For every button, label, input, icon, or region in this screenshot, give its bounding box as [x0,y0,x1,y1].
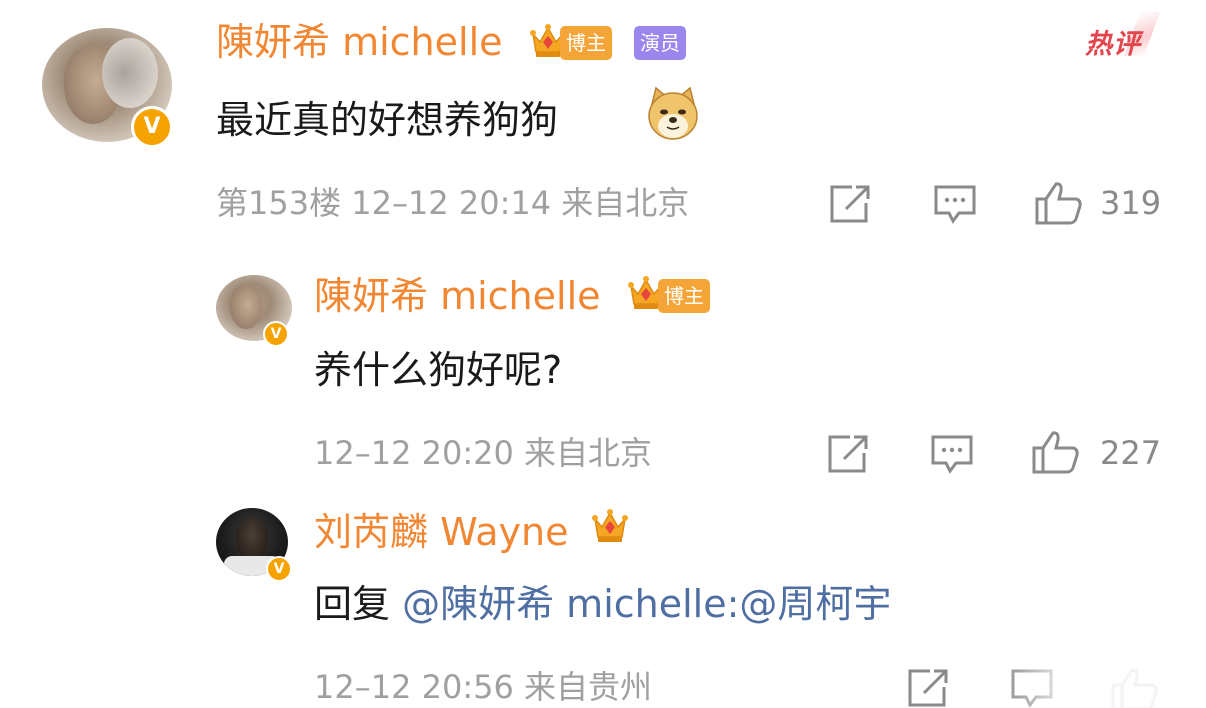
like-icon[interactable] [1031,430,1081,474]
actor-tag: 演员 [634,26,686,60]
comment-username[interactable]: 陳妍希 michelle [216,18,503,66]
share-icon[interactable] [906,667,950,708]
dog-emoji [648,86,698,140]
reply-username[interactable]: 刘芮麟 Wayne [314,508,568,556]
share-icon[interactable] [828,183,872,225]
mention-link[interactable]: @陳妍希 michelle:@周柯宇 [402,582,891,626]
avatar-face [236,518,268,560]
verified-badge-icon: V [266,556,292,582]
reply-meta: 12–12 20:56 来自贵州 [314,668,653,706]
like-count: 319 [1100,184,1162,222]
reply-text: 养什么狗好呢? [314,348,563,392]
comment-icon[interactable] [933,183,977,225]
verified-badge-icon: V [131,106,173,148]
comment-meta: 第153楼 12–12 20:14 来自北京 [216,184,690,222]
reply-username[interactable]: 陳妍希 michelle [314,272,601,320]
blogger-tag: 博主 [658,279,710,313]
crown-icon [592,509,628,542]
blogger-tag: 博主 [560,26,612,60]
bottom-fade-overlay [1000,650,1206,708]
like-icon[interactable] [1034,181,1084,225]
comment-text: 最近真的好想养狗狗 [216,98,559,142]
avatar-face [230,285,262,329]
like-count: 227 [1100,434,1162,472]
reply-meta: 12–12 20:20 来自北京 [314,434,653,472]
reply-prefix: 回复 [314,582,403,626]
avatar-hair [102,38,158,108]
share-icon[interactable] [826,433,870,475]
verified-badge-icon: V [263,321,289,347]
reply-text: 回复 @陳妍希 michelle:@周柯宇 [314,580,891,628]
hot-comment-label: 热评 [1085,29,1141,60]
comment-icon[interactable] [930,433,974,475]
